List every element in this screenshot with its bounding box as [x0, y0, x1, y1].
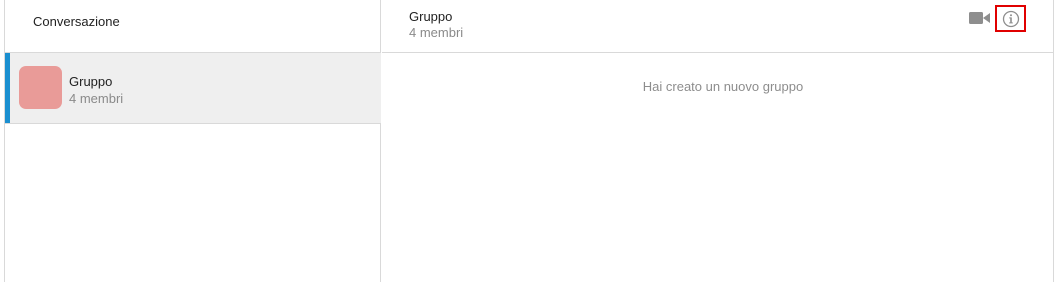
- conversation-list-panel: Conversazione Gruppo 4 membri: [5, 0, 381, 282]
- conversation-item-gruppo[interactable]: Gruppo 4 membri: [5, 53, 381, 124]
- conversation-info-button[interactable]: [995, 5, 1026, 32]
- chat-title: Gruppo: [409, 9, 453, 24]
- conversation-list-header: Conversazione: [5, 0, 381, 53]
- conversation-name: Gruppo: [69, 74, 113, 89]
- conversation-list-title: Conversazione: [33, 14, 120, 29]
- group-avatar: [19, 66, 62, 109]
- video-camera-icon: [969, 12, 990, 24]
- conversation-members-count: 4 membri: [69, 91, 124, 106]
- chat-header: Gruppo 4 membri: [382, 0, 1054, 53]
- selected-indicator: [5, 53, 10, 123]
- video-call-button[interactable]: [968, 10, 992, 26]
- chat-panel: Gruppo 4 membri Hai creato un nuovo grup…: [382, 0, 1054, 282]
- system-message: Hai creato un nuovo gruppo: [642, 79, 804, 94]
- info-icon: [1002, 10, 1020, 28]
- chat-members-count: 4 membri: [409, 25, 464, 40]
- app-window: Conversazione Gruppo 4 membri Gruppo 4 m…: [4, 0, 1054, 282]
